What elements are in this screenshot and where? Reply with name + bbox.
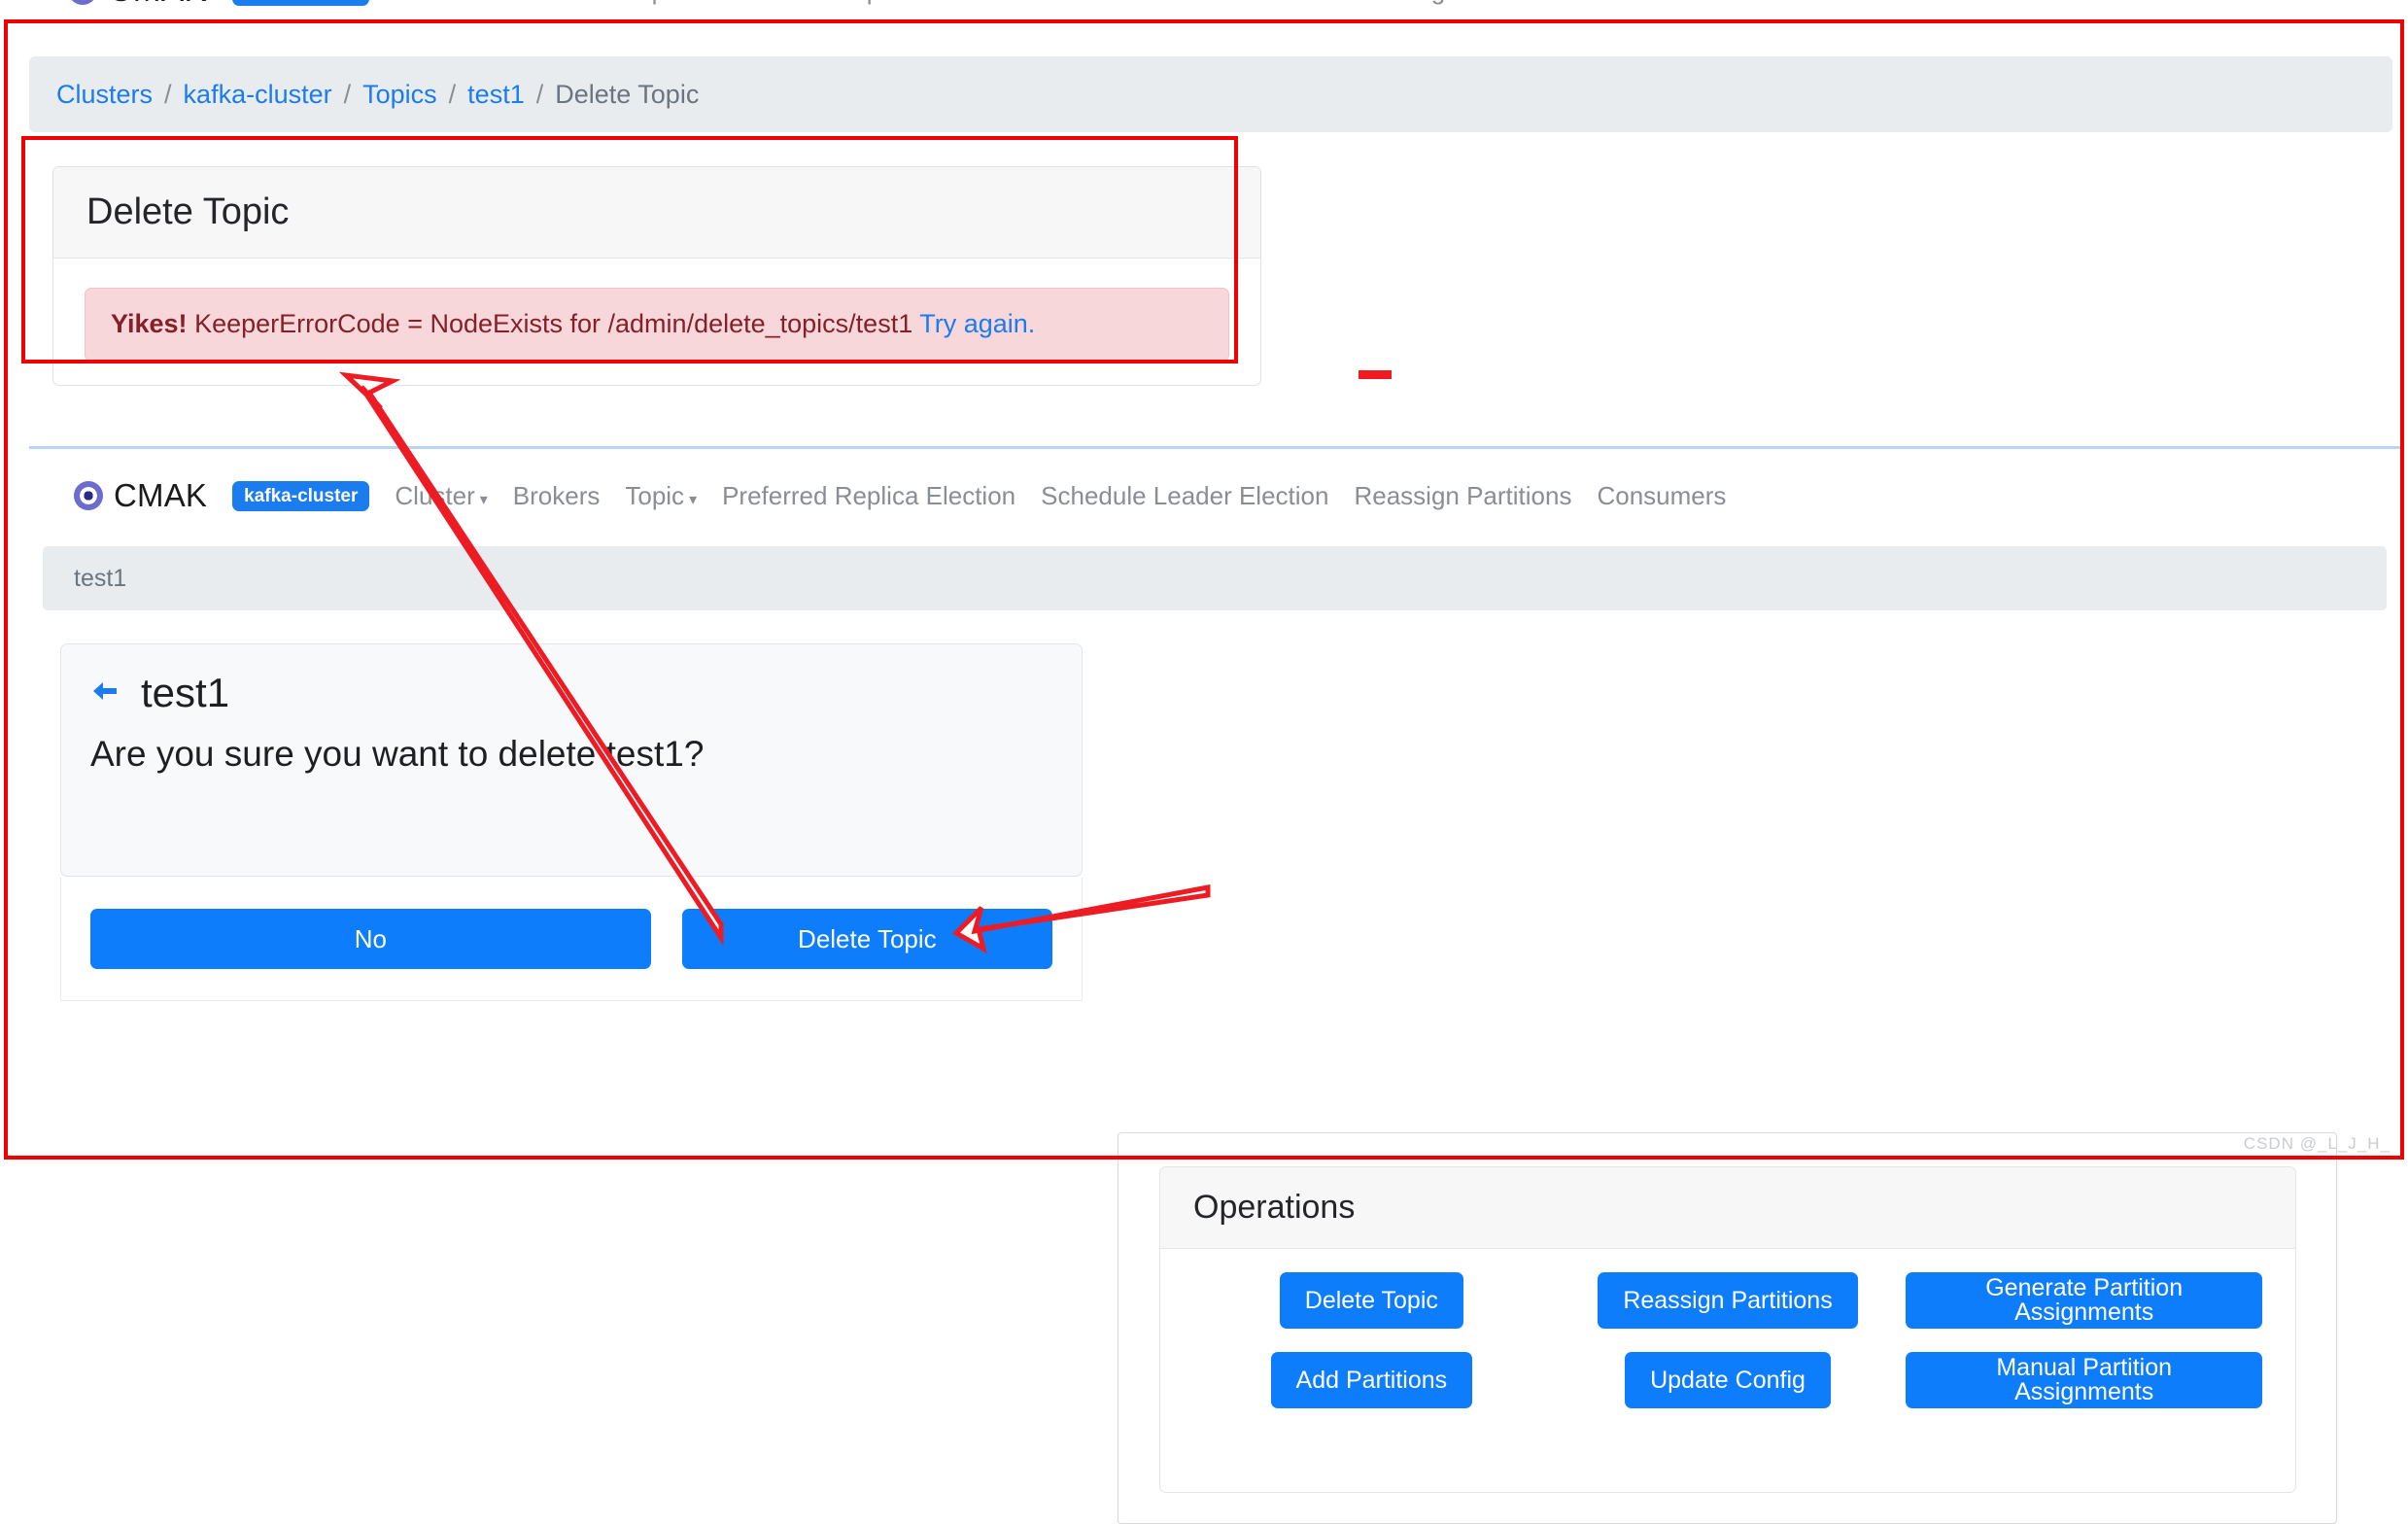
nav-item-consumers[interactable]: Consumers [1597, 0, 1726, 6]
brand-name: CMAK [108, 0, 207, 10]
chevron-down-icon: ▾ [689, 491, 698, 508]
inner-nav-item-reassign-partitions[interactable]: Reassign Partitions [1354, 481, 1571, 511]
operations-cell: Generate Partition Assignments [1906, 1272, 2263, 1329]
nav-item-preferred-replica-election[interactable]: Preferred Replica Election [722, 0, 1015, 6]
breadcrumb-separator: / [343, 79, 352, 109]
inner-breadcrumb: test1 [43, 546, 2387, 610]
operations-row: Delete Topic Reassign Partitions Generat… [1193, 1272, 2263, 1329]
inner-nav-item-schedule-leader-election[interactable]: Schedule Leader Election [1041, 481, 1328, 511]
breadcrumb-item-test1[interactable]: test1 [467, 80, 525, 110]
inner-nav-item-cluster[interactable]: Cluster ▾ [395, 481, 487, 511]
operations-cell: Add Partitions [1193, 1352, 1550, 1408]
delete-confirm-card: test1 Are you sure you want to delete te… [60, 643, 1083, 877]
breadcrumb-item-topics[interactable]: Topics [362, 80, 437, 110]
operations-title: Operations [1193, 1189, 1356, 1226]
chevron-down-icon: ▾ [479, 491, 488, 508]
cmak-logo-icon [68, 0, 97, 5]
top-navbar: CMAK kafka-cluster Cluster ▾ Brokers Topi… [0, 0, 2408, 19]
inner-brand[interactable]: CMAK [74, 477, 207, 514]
nav-item-brokers[interactable]: Brokers [513, 0, 601, 6]
breadcrumb-item-clusters[interactable]: Clusters [56, 80, 153, 110]
nav-item-schedule-leader-election[interactable]: Schedule Leader Election [1041, 0, 1328, 6]
operations-cell: Update Config [1550, 1352, 1907, 1408]
error-alert-message: KeeperErrorCode = NodeExists for /admin/… [194, 309, 913, 338]
op-delete-topic-button[interactable]: Delete Topic [1279, 1272, 1463, 1329]
inner-nav-item-topic[interactable]: Topic ▾ [625, 481, 697, 511]
breadcrumb-item-kafka-cluster[interactable]: kafka-cluster [184, 80, 332, 110]
inner-nav-item-topic-label: Topic [625, 480, 685, 510]
inner-screenshot-panel: CMAK kafka-cluster Cluster ▾ Brokers Topi… [29, 446, 2400, 1524]
nav-item-reassign-partitions[interactable]: Reassign Partitions [1354, 0, 1571, 6]
inner-brand-name: CMAK [114, 477, 208, 513]
inner-nav-item-preferred-replica-election[interactable]: Preferred Replica Election [722, 481, 1015, 511]
operations-card: Operations Delete Topic Reassign Partiti… [1159, 1166, 2296, 1493]
no-button[interactable]: No [90, 908, 651, 969]
nav-item-topic-label: Topic [625, 0, 684, 5]
delete-topic-card: Delete Topic Yikes! KeeperErrorCode = No… [52, 166, 1261, 386]
operations-card-header: Operations [1160, 1167, 2295, 1249]
brand[interactable]: CMAK [68, 0, 207, 10]
chevron-down-icon: ▾ [689, 0, 697, 3]
inner-cluster-badge[interactable]: kafka-cluster [232, 480, 370, 511]
error-alert-strong: Yikes! [111, 309, 188, 338]
delete-topic-confirm-button[interactable]: Delete Topic [681, 908, 1052, 969]
back-arrow-icon[interactable] [90, 679, 120, 707]
topic-name: test1 [141, 670, 230, 715]
breadcrumb-item-delete-topic: Delete Topic [555, 79, 700, 109]
inner-nav-item-cluster-label: Cluster [395, 480, 475, 510]
delete-topic-card-header: Delete Topic [53, 167, 1260, 259]
inner-nav-item-consumers[interactable]: Consumers [1597, 481, 1726, 511]
topic-heading: test1 [61, 644, 1082, 716]
confirm-question: Are you sure you want to delete test1? [90, 734, 705, 774]
chevron-down-icon: ▾ [480, 0, 488, 3]
op-generate-partition-assignments-button[interactable]: Generate Partition Assignments [1906, 1272, 2263, 1329]
operations-row: Add Partitions Update Config Manual Part… [1193, 1352, 2263, 1408]
nav-item-cluster[interactable]: Cluster ▾ [395, 0, 487, 6]
breadcrumb-separator: / [535, 79, 544, 109]
operations-panel: Operations Delete Topic Reassign Partiti… [1118, 1132, 2337, 1524]
delete-topic-page: Clusters / kafka-cluster / Topics / test… [27, 25, 2400, 433]
inner-breadcrumb-label: test1 [74, 564, 127, 592]
op-add-partitions-button[interactable]: Add Partitions [1270, 1352, 1473, 1408]
error-alert: Yikes! KeeperErrorCode = NodeExists for … [85, 288, 1229, 362]
delete-topic-card-body: Yikes! KeeperErrorCode = NodeExists for … [53, 259, 1260, 385]
cluster-badge[interactable]: kafka-cluster [231, 0, 370, 6]
operations-cell: Manual Partition Assignments [1906, 1352, 2263, 1408]
operations-cell: Delete Topic [1193, 1272, 1550, 1329]
nav-item-topic[interactable]: Topic ▾ [625, 0, 697, 6]
breadcrumb-separator: / [164, 79, 172, 109]
watermark: CSDN @_L_J_H_ [2243, 1134, 2391, 1153]
nav-item-cluster-label: Cluster [395, 0, 474, 5]
inner-nav-item-brokers[interactable]: Brokers [513, 481, 601, 511]
inner-top-navbar: CMAK kafka-cluster Cluster ▾ Brokers Topi… [29, 465, 2400, 527]
operations-cell: Reassign Partitions [1550, 1272, 1907, 1329]
breadcrumb: Clusters / kafka-cluster / Topics / test… [29, 56, 2392, 132]
breadcrumb-separator: / [448, 79, 457, 109]
confirm-actions: No Delete Topic [60, 877, 1083, 1001]
annotation-dash-mark [1359, 370, 1392, 379]
op-update-config-button[interactable]: Update Config [1625, 1352, 1831, 1408]
op-reassign-partitions-button[interactable]: Reassign Partitions [1598, 1272, 1858, 1329]
op-manual-partition-assignments-button[interactable]: Manual Partition Assignments [1906, 1352, 2263, 1408]
try-again-link[interactable]: Try again. [919, 309, 1035, 338]
cmak-logo-icon [74, 481, 103, 510]
page-title: Delete Topic [86, 191, 290, 232]
operations-card-body: Delete Topic Reassign Partitions Generat… [1160, 1249, 2295, 1432]
